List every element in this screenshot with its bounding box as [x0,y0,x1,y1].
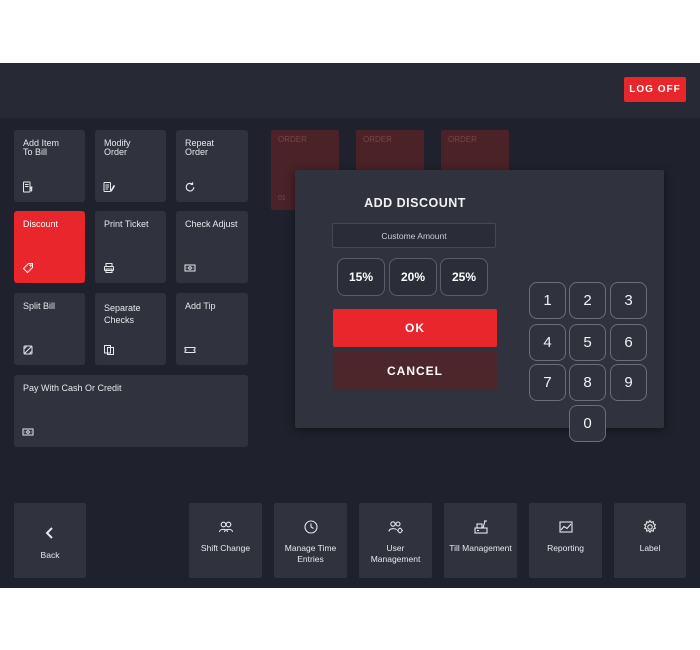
gear-icon [642,519,658,535]
check-adjust-button[interactable]: Check Adjust [176,211,248,283]
keypad-3[interactable]: 3 [610,282,647,319]
keypad-2[interactable]: 2 [569,282,606,319]
pay-with-cash-or-credit-button[interactable]: Pay With Cash Or Credit [14,375,248,447]
cash-register-icon [473,519,489,535]
cancel-button[interactable]: CANCEL [333,352,497,390]
tile-label: Separate Checks [104,303,141,325]
add-item-to-bill-button[interactable]: Add Item To Bill [14,130,85,202]
tile-label: Split Bill [23,301,56,311]
add-discount-dialog: ADD DISCOUNT 15% 20% 25% OK CANCEL 1 2 3… [295,170,664,442]
discount-20-button[interactable]: 20% [389,258,437,296]
discount-button[interactable]: Discount [14,211,85,283]
keypad-6[interactable]: 6 [610,324,647,361]
add-tip-button[interactable]: Add Tip [176,293,248,365]
discount-25-button[interactable]: 25% [440,258,488,296]
repeat-order-button[interactable]: Repeat Order [176,130,248,202]
modify-order-button[interactable]: Modify Order [95,130,166,202]
users-icon [218,519,234,535]
custom-amount-input[interactable] [332,223,496,248]
label-button[interactable]: Label [614,503,686,578]
document-edit-icon [103,181,115,193]
cash-icon [22,426,34,438]
nav-label: Shift Change [200,543,251,553]
back-button[interactable]: Back [14,503,86,578]
discount-15-button[interactable]: 15% [337,258,385,296]
nav-label: Till Management [449,543,512,553]
nav-label: Manage Time Entries [284,543,337,564]
split-bill-button[interactable]: Split Bill [14,293,85,365]
order-label: ORDER [363,135,392,144]
reporting-button[interactable]: Reporting [529,503,602,578]
tile-label: Pay With Cash Or Credit [23,383,122,393]
shift-change-button[interactable]: Shift Change [189,503,262,578]
pos-screen: LOG OFF Add Item To Bill Modify Order Re… [0,63,700,588]
order-number: 01 [278,195,286,202]
print-ticket-button[interactable]: Print Ticket [95,211,166,283]
keypad-7[interactable]: 7 [529,364,566,401]
keypad-9[interactable]: 9 [610,364,647,401]
order-label: ORDER [278,135,307,144]
order-label: ORDER [448,135,477,144]
printer-icon [103,262,115,274]
dialog-title: ADD DISCOUNT [364,196,466,210]
chart-icon [558,519,574,535]
keypad-5[interactable]: 5 [569,324,606,361]
clock-icon [303,519,319,535]
keypad-8[interactable]: 8 [569,364,606,401]
tile-label: Repeat Order [185,138,215,157]
tile-label: Add Tip [185,301,216,311]
users-gear-icon [387,519,404,535]
tag-icon [22,262,34,274]
chevron-left-icon [42,525,58,541]
refresh-icon [184,181,196,193]
tile-label: Discount [23,219,59,229]
keypad-1[interactable]: 1 [529,282,566,319]
manage-time-entries-button[interactable]: Manage Time Entries [274,503,347,578]
tile-label: Modify Order [104,138,131,157]
copy-icon [103,344,115,356]
tile-label: Add Item To Bill [23,138,60,157]
receipt-dollar-icon [22,181,34,193]
nav-label: Label [639,543,661,553]
separate-checks-button[interactable]: Separate Checks [95,293,166,365]
tile-label: Check Adjust [185,219,238,229]
split-icon [22,344,34,356]
ticket-icon [184,344,196,356]
till-management-button[interactable]: Till Management [444,503,517,578]
tile-label: Print Ticket [104,219,149,229]
user-management-button[interactable]: User Management [359,503,432,578]
top-bar: LOG OFF [0,63,700,118]
keypad-4[interactable]: 4 [529,324,566,361]
log-off-button[interactable]: LOG OFF [624,77,686,102]
cash-icon [184,262,196,274]
nav-label: User Management [370,543,421,564]
ok-button[interactable]: OK [333,309,497,347]
nav-label: Reporting [547,543,584,553]
keypad-0[interactable]: 0 [569,405,606,442]
nav-label: Back [40,550,60,560]
